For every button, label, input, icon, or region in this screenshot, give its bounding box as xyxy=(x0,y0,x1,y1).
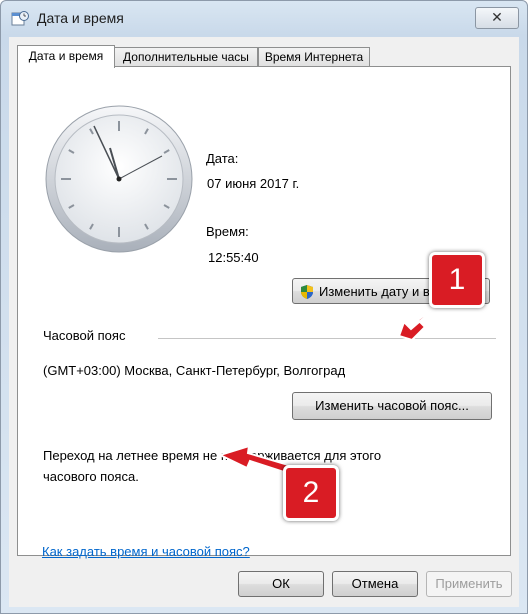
callout-1-number: 1 xyxy=(448,263,466,296)
tab-date-time[interactable]: Дата и время xyxy=(17,45,115,68)
callout-1: 1 xyxy=(429,252,485,308)
callout-2: 2 xyxy=(283,465,339,521)
tab-label: Дата и время xyxy=(28,49,104,63)
callout-2-number: 2 xyxy=(302,476,320,509)
arrow-2 xyxy=(217,444,294,476)
